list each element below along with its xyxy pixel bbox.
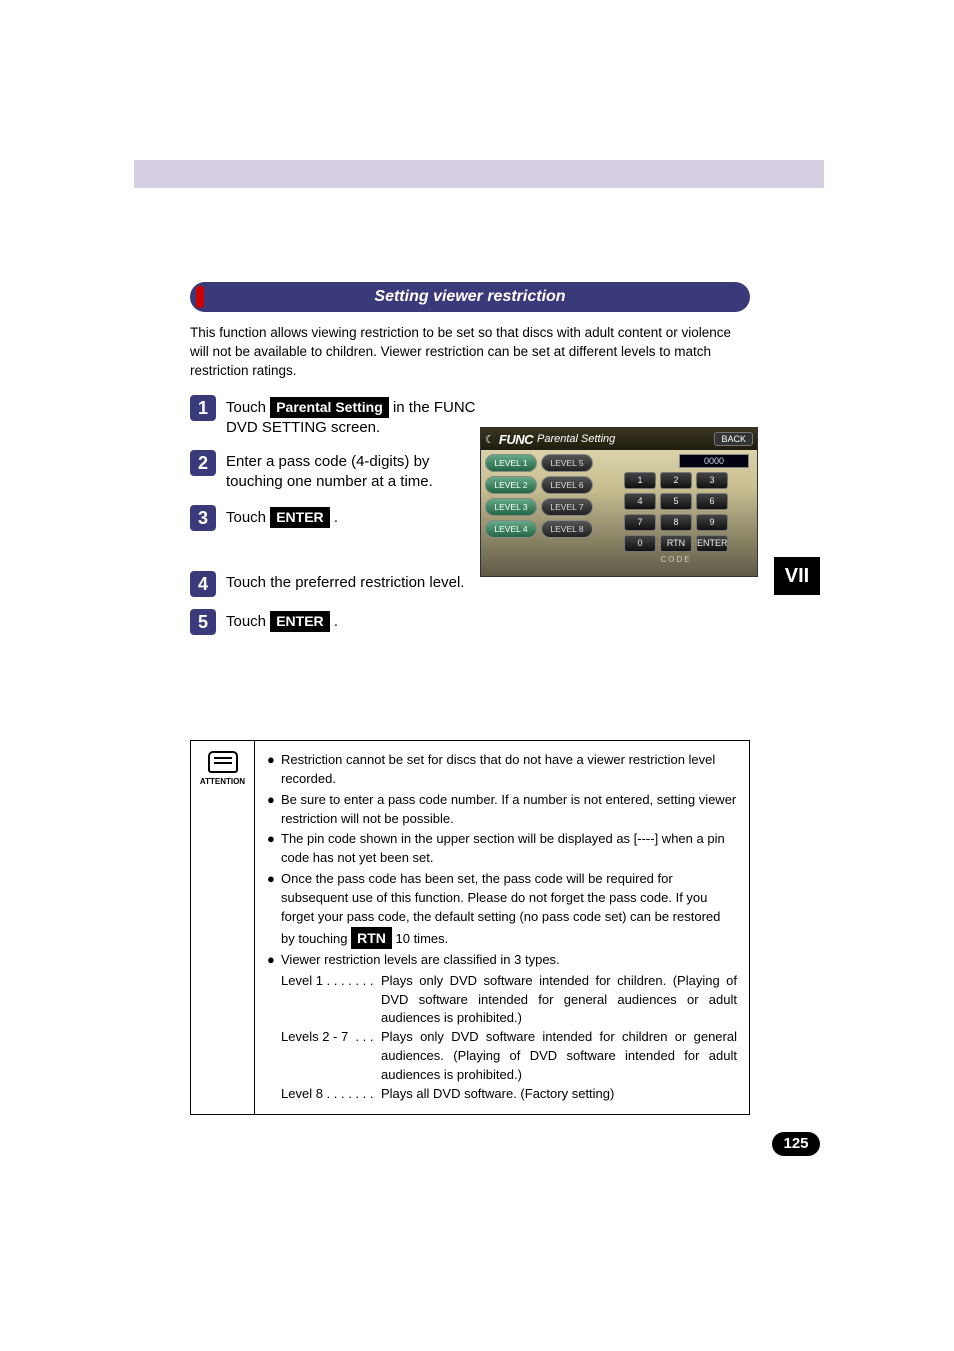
moon-icon: ☾ — [485, 433, 495, 446]
text: Once the pass code has been set, the pas… — [281, 871, 720, 946]
step-text: Touch the preferred restriction level. — [226, 571, 464, 593]
text: 10 times. — [392, 931, 448, 946]
step-number: 2 — [190, 450, 216, 476]
key-5[interactable]: 5 — [660, 493, 692, 510]
step-text: Enter a pass code (4-digits) by touching… — [226, 450, 486, 493]
level-line: Levels 2 - 7 . . .Plays only DVD softwar… — [281, 1028, 737, 1085]
screen-title: Parental Setting — [537, 433, 615, 445]
attention-label: ATTENTION — [191, 777, 254, 786]
level-8-button[interactable]: LEVEL 8 — [541, 520, 593, 538]
parental-setting-screen: ☾ FUNC Parental Setting BACK LEVEL 1 LEV… — [480, 427, 758, 577]
attention-item: ●Restriction cannot be set for discs tha… — [267, 751, 737, 789]
step-number: 3 — [190, 505, 216, 531]
step-5: 5 Touch ENTER . — [190, 609, 750, 635]
text: . — [330, 613, 338, 630]
level-2-button[interactable]: LEVEL 2 — [485, 476, 537, 494]
text: Touch — [226, 613, 270, 630]
key-9[interactable]: 9 — [696, 514, 728, 531]
key-0[interactable]: 0 — [624, 535, 656, 552]
step-text: Touch ENTER . — [226, 505, 338, 528]
text: . — [330, 509, 338, 526]
key-rtn[interactable]: RTN — [660, 535, 692, 552]
text: The pin code shown in the upper section … — [281, 830, 737, 868]
accent-tab — [196, 286, 204, 308]
level-7-button[interactable]: LEVEL 7 — [541, 498, 593, 516]
code-label: CODE — [660, 555, 691, 564]
key-6[interactable]: 6 — [696, 493, 728, 510]
level-col-b: LEVEL 5 LEVEL 6 LEVEL 7 LEVEL 8 — [541, 454, 593, 572]
level-columns: LEVEL 1 LEVEL 2 LEVEL 3 LEVEL 4 LEVEL 5 … — [485, 454, 593, 572]
text: Touch — [226, 399, 270, 416]
key-4[interactable]: 4 — [624, 493, 656, 510]
step-text: Touch Parental Setting in the FUNC DVD S… — [226, 395, 486, 439]
level-desc: Plays only DVD software intended for chi… — [381, 1028, 737, 1085]
level-1-button[interactable]: LEVEL 1 — [485, 454, 537, 472]
level-4-button[interactable]: LEVEL 4 — [485, 520, 537, 538]
level-line: Level 8 . . . . . . .Plays all DVD softw… — [281, 1085, 737, 1104]
bullet-icon: ● — [267, 791, 281, 829]
section-title: Setting viewer restriction — [190, 282, 750, 312]
key-8[interactable]: 8 — [660, 514, 692, 531]
level-line: Level 1 . . . . . . .Plays only DVD soft… — [281, 972, 737, 1029]
keypad: 1 2 3 4 5 6 7 8 9 0 RTN ENTER — [624, 472, 728, 552]
back-button[interactable]: BACK — [714, 432, 753, 446]
level-desc: Plays only DVD software intended for chi… — [381, 972, 737, 1029]
text: Restriction cannot be set for discs that… — [281, 751, 737, 789]
attention-item: ●Once the pass code has been set, the pa… — [267, 870, 737, 949]
step-number: 1 — [190, 395, 216, 421]
screen-titlebar: ☾ FUNC Parental Setting BACK — [481, 428, 757, 450]
text: Touch — [226, 509, 270, 526]
attention-box: ATTENTION ●Restriction cannot be set for… — [190, 740, 750, 1115]
level-label: Level 8 . . . . . . . — [281, 1085, 381, 1104]
key-7[interactable]: 7 — [624, 514, 656, 531]
bullet-icon: ● — [267, 870, 281, 949]
screen-body: LEVEL 1 LEVEL 2 LEVEL 3 LEVEL 4 LEVEL 5 … — [481, 450, 757, 576]
attention-icon-col: ATTENTION — [191, 741, 255, 1114]
text: Once the pass code has been set, the pas… — [281, 870, 737, 949]
step-number: 4 — [190, 571, 216, 597]
key-3[interactable]: 3 — [696, 472, 728, 489]
level-5-button[interactable]: LEVEL 5 — [541, 454, 593, 472]
book-icon — [208, 751, 238, 773]
rtn-button[interactable]: RTN — [351, 927, 392, 949]
enter-button[interactable]: ENTER — [270, 611, 329, 632]
func-label: FUNC — [499, 432, 533, 447]
key-2[interactable]: 2 — [660, 472, 692, 489]
chapter-tab: VII — [774, 557, 820, 595]
section-title-bar: Setting viewer restriction — [190, 282, 750, 312]
parental-setting-button[interactable]: Parental Setting — [270, 397, 389, 418]
step-number: 5 — [190, 609, 216, 635]
bullet-icon: ● — [267, 751, 281, 789]
level-label: Level 1 . . . . . . . — [281, 972, 381, 1029]
attention-item: ●Viewer restriction levels are classifie… — [267, 951, 737, 970]
text: Viewer restriction levels are classified… — [281, 951, 737, 970]
bullet-icon: ● — [267, 951, 281, 970]
attention-item: ●The pin code shown in the upper section… — [267, 830, 737, 868]
code-display: 0000 — [679, 454, 749, 468]
keypad-area: 0000 1 2 3 4 5 6 7 8 9 0 RTN ENTER CODE — [599, 454, 753, 572]
step-text: Touch ENTER . — [226, 609, 338, 632]
key-1[interactable]: 1 — [624, 472, 656, 489]
text: Be sure to enter a pass code number. If … — [281, 791, 737, 829]
level-6-button[interactable]: LEVEL 6 — [541, 476, 593, 494]
key-enter[interactable]: ENTER — [696, 535, 728, 552]
intro-text: This function allows viewing restriction… — [190, 324, 750, 381]
page-number: 125 — [772, 1132, 820, 1156]
level-label: Levels 2 - 7 . . . — [281, 1028, 381, 1085]
level-col-a: LEVEL 1 LEVEL 2 LEVEL 3 LEVEL 4 — [485, 454, 537, 572]
level-desc: Plays all DVD software. (Factory setting… — [381, 1085, 737, 1104]
bullet-icon: ● — [267, 830, 281, 868]
header-band — [134, 160, 824, 188]
attention-item: ●Be sure to enter a pass code number. If… — [267, 791, 737, 829]
enter-button[interactable]: ENTER — [270, 507, 329, 528]
level-3-button[interactable]: LEVEL 3 — [485, 498, 537, 516]
attention-content: ●Restriction cannot be set for discs tha… — [255, 741, 749, 1114]
